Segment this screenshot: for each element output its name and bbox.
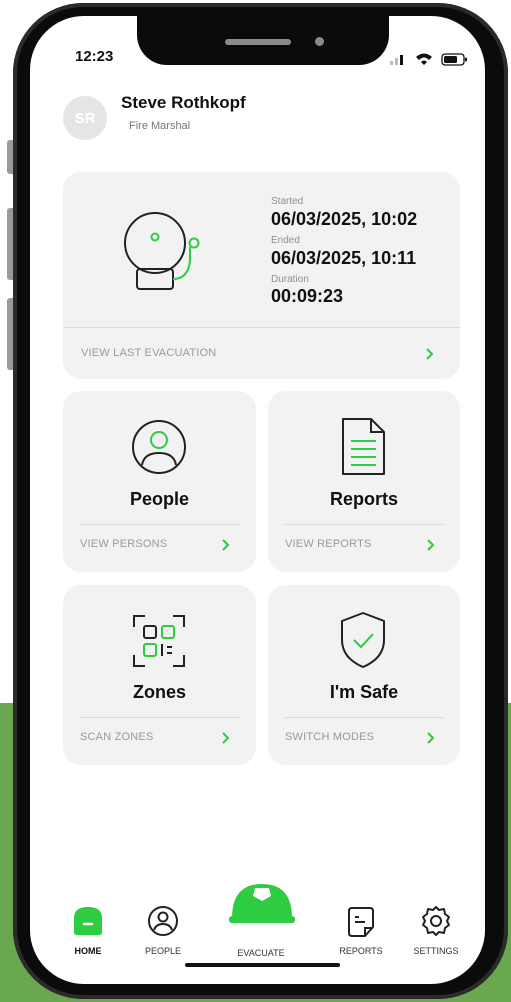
home-icon[interactable]: [71, 904, 105, 938]
speaker: [225, 39, 291, 45]
view-reports-link[interactable]: VIEW REPORTS: [285, 538, 372, 550]
gear-icon[interactable]: [419, 904, 453, 938]
chevron-right-icon[interactable]: [424, 731, 438, 745]
people-tab-icon[interactable]: [147, 905, 179, 937]
started-label: Started: [271, 196, 304, 207]
ended-value: 06/03/2025, 10:11: [271, 248, 417, 268]
duration-value: 00:09:23: [271, 286, 344, 306]
helmet-icon[interactable]: [229, 878, 295, 924]
divider: [284, 717, 444, 718]
zones-title: Zones: [132, 682, 186, 702]
user-name: Steve Rothkopf: [121, 93, 246, 112]
camera: [315, 37, 324, 46]
tab-evacuate[interactable]: EVACUATE: [226, 948, 296, 958]
divider: [284, 524, 444, 525]
divider: [79, 524, 240, 525]
view-last-evacuation-link[interactable]: VIEW LAST EVACUATION: [81, 347, 216, 359]
reports-title: Reports: [329, 489, 398, 509]
user-role: Fire Marshal: [129, 120, 191, 132]
divider: [63, 327, 460, 328]
tab-reports[interactable]: REPORTS: [326, 946, 396, 956]
wifi-icon: [416, 53, 432, 65]
scan-zones-link[interactable]: SCAN ZONES: [80, 731, 154, 743]
chevron-right-icon[interactable]: [219, 731, 233, 745]
chevron-right-icon[interactable]: [219, 538, 233, 552]
tab-people[interactable]: PEOPLE: [128, 946, 198, 956]
started-value: 06/03/2025, 10:02: [271, 209, 418, 229]
ended-label: Ended: [271, 235, 300, 246]
shield-check-icon: [341, 612, 385, 668]
home-indicator: [185, 963, 340, 967]
im-safe-title: I'm Safe: [329, 682, 399, 702]
notch: [137, 15, 389, 65]
switch-modes-link[interactable]: SWITCH MODES: [285, 731, 374, 743]
divider: [79, 717, 240, 718]
people-title: People: [129, 489, 190, 509]
reports-icon[interactable]: [345, 905, 377, 939]
status-time: 12:23: [75, 48, 114, 65]
tab-settings[interactable]: SETTINGS: [401, 946, 471, 956]
qr-scan-icon: [133, 615, 185, 667]
duration-label: Duration: [271, 274, 309, 285]
document-icon: [342, 418, 385, 475]
chevron-right-icon[interactable]: [423, 347, 437, 361]
avatar[interactable]: SR: [63, 96, 107, 140]
tab-home[interactable]: HOME: [53, 946, 123, 956]
chevron-right-icon[interactable]: [424, 538, 438, 552]
status-icons: [390, 53, 467, 66]
view-persons-link[interactable]: VIEW PERSONS: [80, 538, 167, 550]
alarm-bell-icon: [124, 212, 200, 290]
person-icon: [132, 420, 186, 474]
